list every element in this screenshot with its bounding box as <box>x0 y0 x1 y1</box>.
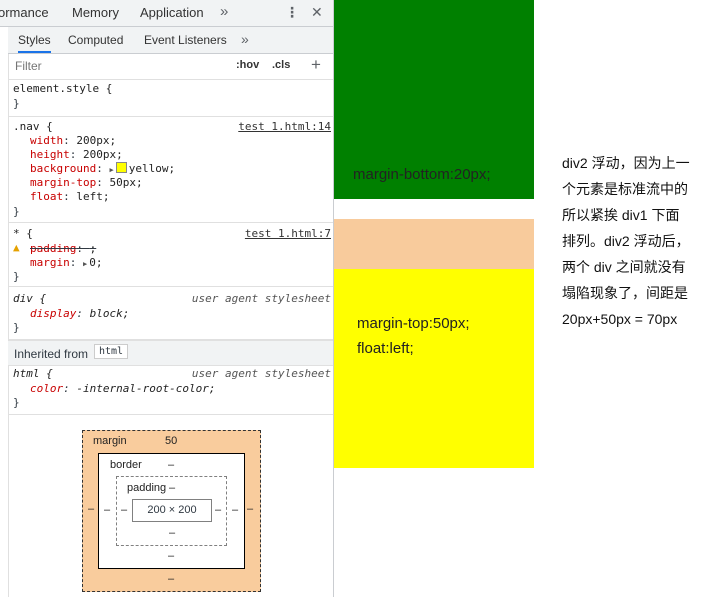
div1-text: margin-bottom:20px; <box>353 166 491 183</box>
div2-text-line1: margin-top:50px; <box>357 315 470 332</box>
margin-right-value[interactable]: – <box>247 503 253 515</box>
rule-source-link[interactable]: test 1.html:7 <box>245 227 331 240</box>
tab-performance[interactable]: ormance <box>0 5 49 20</box>
close-icon[interactable]: ✕ <box>311 4 323 21</box>
note-line: 排列。div2 浮动后， <box>562 233 690 249</box>
devtools-top-tabbar: ormance Memory Application » ⋮ ✕ <box>0 0 333 27</box>
declaration-width[interactable]: width: 200px; <box>30 134 116 147</box>
border-bottom-value[interactable]: – <box>168 550 174 562</box>
rule-close-brace: } <box>13 270 20 283</box>
note-line: 塌陷现象了，间距是 <box>562 285 688 301</box>
rule-selector[interactable]: element.style { <box>13 82 112 95</box>
inherited-from-label: Inherited from <box>14 347 89 361</box>
tab-memory[interactable]: Memory <box>72 5 119 20</box>
margin-label: margin <box>93 435 127 447</box>
declaration-color: color: -internal-root-color; <box>30 382 216 395</box>
margin-bottom-value[interactable]: – <box>168 573 174 585</box>
margin-left-value[interactable]: – <box>88 503 94 515</box>
expand-triangle-icon[interactable]: ▶ <box>83 260 87 268</box>
declaration-display: display: block; <box>30 307 130 320</box>
filter-input[interactable] <box>11 56 237 75</box>
rule-source-label: user agent stylesheet <box>191 292 331 305</box>
kebab-menu-icon[interactable]: ⋮ <box>285 4 299 21</box>
class-toggle-button[interactable]: .cls <box>272 59 290 71</box>
rule-close-brace: } <box>13 205 20 218</box>
rule-selector[interactable]: .nav { <box>13 120 53 133</box>
rule-universal: * { test 1.html:7 ▲ padding: ; margin: ▶… <box>8 223 333 287</box>
add-rule-icon[interactable]: + <box>311 55 321 75</box>
hover-state-button[interactable]: :hov <box>236 59 259 71</box>
margin-highlight-overlay <box>334 219 534 269</box>
padding-top-value[interactable]: – <box>169 482 175 494</box>
div2-text-line2: float:left; <box>357 340 414 357</box>
margin-top-value[interactable]: 50 <box>165 435 177 447</box>
note-line: 20px+50px = 70px <box>562 311 678 327</box>
note-line: div2 浮动，因为上一 <box>562 155 690 171</box>
box-model-content-size[interactable]: 200 × 200 <box>132 499 212 522</box>
div2-yellow-box: margin-top:50px; float:left; <box>334 269 534 468</box>
box-model-margin[interactable]: margin 50 – – – border – – – – padding –… <box>82 430 261 592</box>
rule-html-user-agent: html { user agent stylesheet color: -int… <box>8 365 333 415</box>
border-left-value[interactable]: – <box>104 504 110 516</box>
declaration-padding-invalid[interactable]: padding: ; <box>30 242 96 255</box>
note-line: 个元素是标准流中的 <box>562 181 688 197</box>
inherited-element-link[interactable]: html <box>94 344 129 359</box>
tab-event-listeners[interactable]: Event Listeners <box>144 33 227 47</box>
declaration-margin-top[interactable]: margin-top: 50px; <box>30 176 143 189</box>
rule-selector: div { <box>13 292 47 305</box>
box-model-border[interactable]: border – – – – padding – – – – 200 × 200 <box>98 453 245 569</box>
rule-close-brace: } <box>13 321 20 334</box>
explanation-note: div2 浮动，因为上一 个元素是标准流中的 所以紧挨 div1 下面 排列。d… <box>562 150 712 332</box>
padding-label: padding <box>127 482 167 494</box>
rule-nav: .nav { test 1.html:14 width: 200px; heig… <box>8 117 333 223</box>
declaration-height[interactable]: height: 200px; <box>30 148 123 161</box>
padding-left-value[interactable]: – <box>121 504 127 516</box>
box-model-padding[interactable]: padding – – – – 200 × 200 <box>116 476 227 546</box>
note-line: 所以紧挨 div1 下面 <box>562 207 680 223</box>
border-top-value[interactable]: – <box>168 459 174 471</box>
styles-filter-bar: :hov .cls + <box>8 54 333 80</box>
declaration-float[interactable]: float: left; <box>30 190 110 203</box>
rule-div-user-agent: div { user agent stylesheet display: blo… <box>8 287 333 340</box>
border-label: border <box>110 459 142 471</box>
devtools-panel: ormance Memory Application » ⋮ ✕ Styles … <box>0 0 334 597</box>
tab-styles[interactable]: Styles <box>18 33 51 53</box>
rule-selector[interactable]: * { <box>13 227 33 240</box>
more-subtabs-icon[interactable]: » <box>241 31 249 47</box>
rule-source-link[interactable]: test 1.html:14 <box>238 120 331 133</box>
tab-computed[interactable]: Computed <box>68 33 123 47</box>
note-line: 两个 div 之间就没有 <box>562 259 686 275</box>
expand-triangle-icon[interactable]: ▶ <box>109 166 113 174</box>
padding-right-value[interactable]: – <box>215 504 221 516</box>
styles-subtabbar: Styles Computed Event Listeners » <box>8 27 333 54</box>
rule-element-style: element.style { } <box>8 80 333 117</box>
declaration-margin[interactable]: margin: ▶ 0; <box>30 256 102 269</box>
border-right-value[interactable]: – <box>232 504 238 516</box>
inherited-from-header: Inherited from html <box>8 340 333 366</box>
warning-icon: ▲ <box>13 241 20 254</box>
rule-source-label: user agent stylesheet <box>191 367 331 380</box>
rule-close-brace: } <box>13 396 20 409</box>
declaration-background[interactable]: background: ▶ yellow; <box>30 162 175 175</box>
div1-green-box: margin-bottom:20px; <box>334 0 534 199</box>
rule-close-brace: } <box>13 97 20 110</box>
more-tabs-icon[interactable]: » <box>220 3 228 20</box>
rule-selector: html { <box>13 367 53 380</box>
color-swatch[interactable] <box>115 162 127 173</box>
padding-bottom-value[interactable]: – <box>169 527 175 539</box>
tab-application[interactable]: Application <box>140 5 204 20</box>
